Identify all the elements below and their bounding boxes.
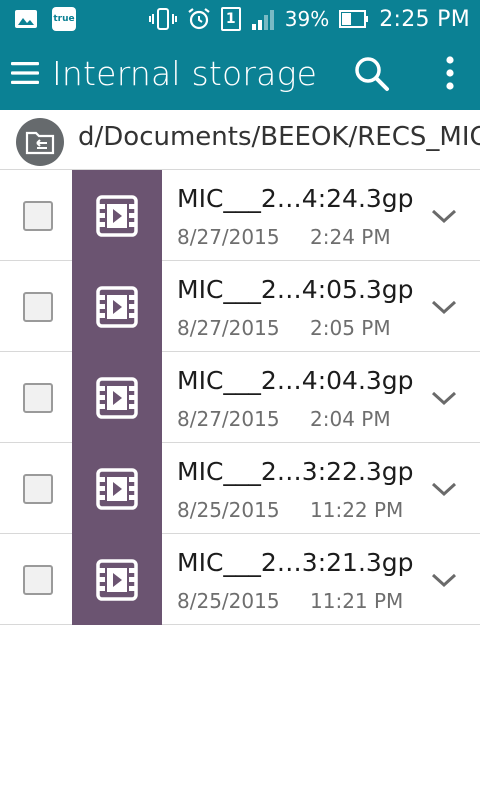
expand-button[interactable] — [428, 291, 460, 323]
select-checkbox[interactable] — [23, 201, 53, 231]
expand-button[interactable] — [428, 564, 460, 596]
battery-percent: 39% — [284, 7, 330, 31]
file-date: 8/25/2015 — [177, 589, 280, 613]
list-item[interactable]: MIC___2…3:21.3gp 8/25/2015 11:21 PM — [0, 534, 480, 625]
path-bar: d/Documents/BEEOK/RECS_MIC/ — [0, 110, 480, 170]
select-checkbox[interactable] — [23, 292, 53, 322]
chevron-down-icon — [431, 300, 457, 315]
vibrate-icon — [148, 8, 177, 30]
alarm-icon — [188, 8, 210, 30]
menu-button[interactable] — [8, 56, 42, 90]
select-checkbox[interactable] — [23, 565, 53, 595]
file-date: 8/25/2015 — [177, 498, 280, 522]
app-bar: Internal storage — [0, 38, 480, 110]
file-thumbnail[interactable] — [72, 170, 162, 261]
status-bar: true 1 39% 2:25 PM — [0, 0, 480, 38]
true-app-label: true — [53, 14, 75, 24]
chevron-down-icon — [431, 391, 457, 406]
battery-icon — [339, 10, 369, 28]
folder-swap-icon — [25, 131, 55, 155]
video-file-icon — [96, 558, 138, 601]
list-item[interactable]: MIC___2…4:04.3gp 8/27/2015 2:04 PM — [0, 352, 480, 443]
expand-button[interactable] — [428, 473, 460, 505]
file-thumbnail[interactable] — [72, 261, 162, 352]
file-name: MIC___2…4:04.3gp — [177, 366, 414, 395]
search-icon — [355, 57, 389, 91]
select-checkbox[interactable] — [23, 383, 53, 413]
file-thumbnail[interactable] — [72, 352, 162, 443]
clock: 2:25 PM — [379, 6, 470, 32]
video-file-icon — [96, 194, 138, 237]
more-options-button[interactable] — [436, 54, 464, 94]
image-icon — [15, 10, 37, 28]
file-name: MIC___2…3:22.3gp — [177, 457, 414, 486]
breadcrumb-path[interactable]: d/Documents/BEEOK/RECS_MIC/ — [78, 122, 480, 152]
sim-number: 1 — [225, 11, 236, 27]
file-time: 2:04 PM — [310, 407, 391, 431]
file-thumbnail[interactable] — [72, 443, 162, 534]
select-checkbox[interactable] — [23, 474, 53, 504]
true-app-icon: true — [52, 7, 76, 31]
notification-icons: true — [14, 7, 76, 31]
list-item[interactable]: MIC___2…3:22.3gp 8/25/2015 11:22 PM — [0, 443, 480, 534]
more-vert-icon — [446, 56, 454, 90]
signal-icon — [251, 10, 274, 30]
file-name: MIC___2…4:24.3gp — [177, 184, 414, 213]
expand-button[interactable] — [428, 382, 460, 414]
hamburger-menu-icon — [11, 62, 39, 84]
file-date: 8/27/2015 — [177, 407, 280, 431]
file-list: MIC___2…4:24.3gp 8/27/2015 2:24 PM MIC__… — [0, 170, 480, 625]
video-file-icon — [96, 285, 138, 328]
page-title: Internal storage — [52, 54, 318, 93]
chevron-down-icon — [431, 573, 457, 588]
file-time: 11:22 PM — [310, 498, 404, 522]
file-time: 2:24 PM — [310, 225, 391, 249]
search-button[interactable] — [352, 54, 392, 94]
storage-switch-button[interactable] — [16, 118, 64, 166]
file-time: 11:21 PM — [310, 589, 404, 613]
file-name: MIC___2…3:21.3gp — [177, 548, 414, 577]
list-item[interactable]: MIC___2…4:05.3gp 8/27/2015 2:05 PM — [0, 261, 480, 352]
sim-icon: 1 — [220, 7, 241, 31]
expand-button[interactable] — [428, 200, 460, 232]
file-name: MIC___2…4:05.3gp — [177, 275, 414, 304]
file-time: 2:05 PM — [310, 316, 391, 340]
video-file-icon — [96, 467, 138, 510]
chevron-down-icon — [431, 482, 457, 497]
video-file-icon — [96, 376, 138, 419]
file-date: 8/27/2015 — [177, 225, 280, 249]
file-thumbnail[interactable] — [72, 534, 162, 625]
file-date: 8/27/2015 — [177, 316, 280, 340]
chevron-down-icon — [431, 209, 457, 224]
system-icons: 1 39% 2:25 PM — [148, 6, 470, 32]
list-item[interactable]: MIC___2…4:24.3gp 8/27/2015 2:24 PM — [0, 170, 480, 261]
